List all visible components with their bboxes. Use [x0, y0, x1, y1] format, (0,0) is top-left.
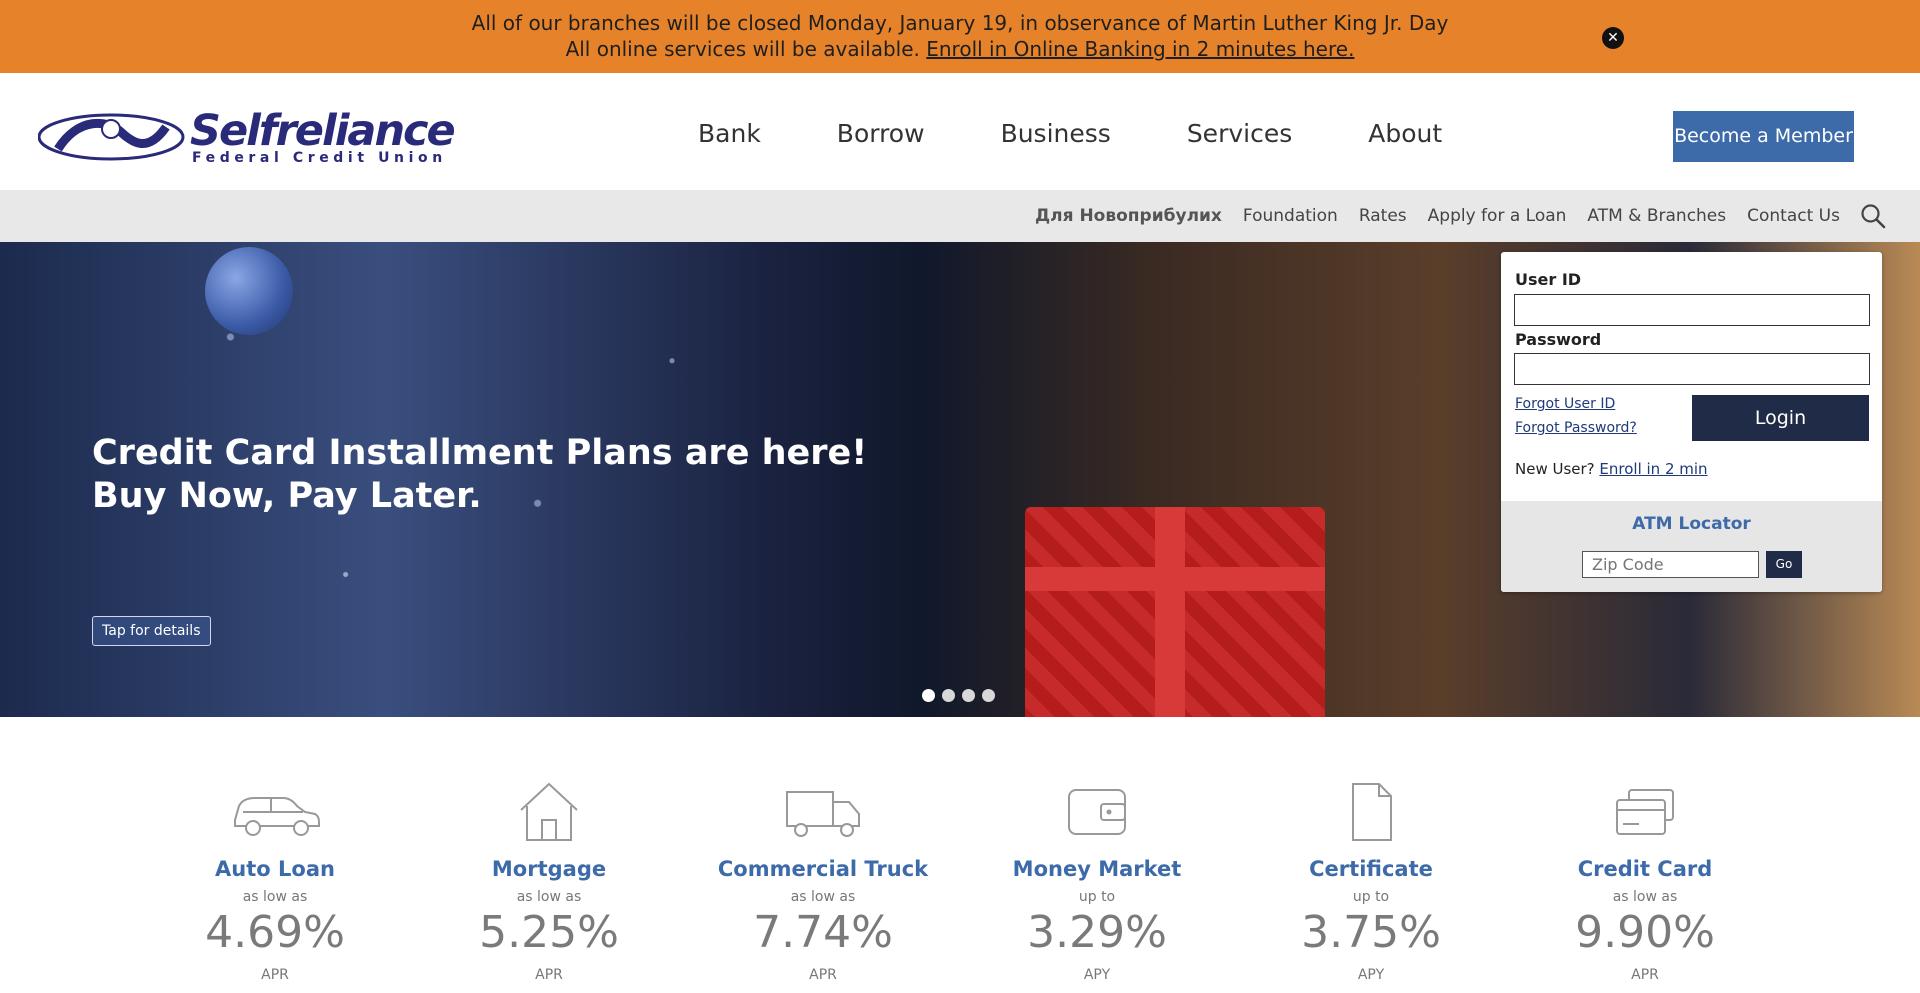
- new-user-label: New User?: [1515, 460, 1600, 478]
- nav-bank[interactable]: Bank: [698, 119, 761, 148]
- utility-links: Для Новоприбулих Foundation Rates Apply …: [1014, 190, 1840, 242]
- carousel-dot-3[interactable]: [962, 689, 975, 702]
- rate-number: 9.90: [1575, 907, 1674, 958]
- become-member-button[interactable]: Become a Member: [1673, 111, 1854, 162]
- rate-qualifier: as low as: [790, 889, 856, 905]
- rates-section: Auto Loan as low as 4.69% APR Mortgage a…: [0, 717, 1920, 993]
- rate-name: Money Market: [1012, 857, 1182, 881]
- alert-line-2-text: All online services will be available.: [565, 37, 927, 61]
- user-id-label: User ID: [1515, 270, 1582, 289]
- subnav-rates[interactable]: Rates: [1359, 206, 1407, 226]
- subnav-foundation[interactable]: Foundation: [1243, 206, 1338, 226]
- site-header: Selfreliance Federal Credit Union Bank B…: [0, 73, 1920, 190]
- wallet-icon: [1068, 789, 1126, 835]
- rate-number: 7.74: [753, 907, 852, 958]
- rate-value: 3.75%: [1246, 907, 1496, 958]
- alert-banner: All of our branches will be closed Monda…: [0, 0, 1920, 73]
- logo-subtitle: Federal Credit Union: [192, 150, 447, 166]
- new-user-row: New User? Enroll in 2 min: [1515, 460, 1708, 478]
- alert-line-2: All online services will be available. E…: [0, 36, 1920, 62]
- close-icon[interactable]: ✕: [1602, 27, 1624, 49]
- rate-unit: APY: [1083, 967, 1111, 983]
- hero-ornament: [205, 247, 293, 335]
- password-input[interactable]: [1514, 353, 1870, 385]
- rate-number: 3.75: [1301, 907, 1400, 958]
- house-icon: [520, 782, 578, 841]
- rate-value: 9.90%: [1520, 907, 1770, 958]
- enroll-online-banking-link[interactable]: Enroll in Online Banking in 2 minutes he…: [926, 37, 1354, 61]
- subnav-apply-loan[interactable]: Apply for a Loan: [1428, 206, 1567, 226]
- rate-unit: APY: [1357, 967, 1385, 983]
- login-button[interactable]: Login: [1692, 395, 1869, 441]
- logo-brand: Selfreliance: [190, 106, 456, 156]
- rate-value: 5.25%: [424, 907, 674, 958]
- hero-headline-line-2: Buy Now, Pay Later.: [92, 476, 482, 516]
- rate-name: Auto Loan: [215, 857, 335, 881]
- forgot-password-link[interactable]: Forgot Password?: [1515, 420, 1637, 436]
- rate-percent: %: [1399, 907, 1441, 958]
- logo-emblem-icon: [38, 113, 185, 161]
- forgot-user-id-link[interactable]: Forgot User ID: [1515, 396, 1615, 412]
- nav-borrow[interactable]: Borrow: [837, 119, 925, 148]
- rate-name: Certificate: [1309, 857, 1433, 881]
- rate-qualifier: up to: [1078, 889, 1116, 905]
- car-icon: [234, 797, 320, 836]
- hero-headline-line-1: Credit Card Installment Plans are here!: [92, 433, 868, 473]
- rate-name: Commercial Truck: [717, 857, 929, 881]
- rate-percent: %: [303, 907, 345, 958]
- zip-code-input[interactable]: [1582, 551, 1759, 578]
- user-id-input[interactable]: [1514, 294, 1870, 326]
- rate-value: 4.69%: [150, 907, 400, 958]
- hero-gift-box: [1025, 507, 1325, 717]
- nav-about[interactable]: About: [1368, 119, 1442, 148]
- password-label: Password: [1515, 330, 1602, 349]
- rate-name: Mortgage: [491, 857, 607, 881]
- rate-number: 4.69: [205, 907, 304, 958]
- document-icon: [1352, 783, 1392, 841]
- gift-ribbon-horizontal: [1025, 567, 1325, 591]
- carousel-dot-4[interactable]: [982, 689, 995, 702]
- rate-number: 5.25: [479, 907, 578, 958]
- rate-unit: APR: [809, 967, 837, 983]
- rate-percent: %: [1673, 907, 1715, 958]
- rate-percent: %: [1125, 907, 1167, 958]
- atm-locator: ATM Locator Go: [1501, 501, 1882, 592]
- rate-value: 3.29%: [972, 907, 1222, 958]
- rate-qualifier: as low as: [242, 889, 308, 905]
- alert-line-1: All of our branches will be closed Monda…: [471, 11, 1449, 35]
- login-panel: User ID Password Forgot User ID Forgot P…: [1501, 252, 1882, 592]
- carousel-dot-2[interactable]: [942, 689, 955, 702]
- nav-services[interactable]: Services: [1187, 119, 1292, 148]
- search-icon[interactable]: [1860, 203, 1886, 229]
- carousel-dots: [922, 689, 1002, 702]
- main-nav: Bank Borrow Business Services About: [660, 119, 1480, 148]
- rate-percent: %: [577, 907, 619, 958]
- rate-unit: APR: [261, 967, 289, 983]
- truck-icon: [786, 791, 860, 837]
- rate-qualifier: up to: [1352, 889, 1390, 905]
- nav-business[interactable]: Business: [1001, 119, 1111, 148]
- atm-locator-title: ATM Locator: [1632, 514, 1751, 534]
- rate-number: 3.29: [1027, 907, 1126, 958]
- rate-unit: APR: [1631, 967, 1659, 983]
- rate-qualifier: as low as: [516, 889, 582, 905]
- hero-headline: Credit Card Installment Plans are here! …: [92, 432, 867, 518]
- subnav-atm-branches[interactable]: ATM & Branches: [1587, 206, 1726, 226]
- tap-for-details-button[interactable]: Tap for details: [92, 616, 211, 646]
- subnav-contact-us[interactable]: Contact Us: [1747, 206, 1840, 226]
- logo[interactable]: Selfreliance Federal Credit Union: [38, 109, 456, 166]
- rate-qualifier: as low as: [1612, 889, 1678, 905]
- gift-ribbon-vertical: [1155, 507, 1185, 717]
- credit-card-icon: [1616, 789, 1674, 835]
- rate-percent: %: [851, 907, 893, 958]
- utility-nav: Для Новоприбулих Foundation Rates Apply …: [0, 190, 1920, 242]
- rate-unit: APR: [535, 967, 563, 983]
- subnav-newcomers[interactable]: Для Новоприбулих: [1035, 206, 1222, 226]
- enroll-link[interactable]: Enroll in 2 min: [1599, 460, 1707, 478]
- rate-name: Credit Card: [1577, 857, 1713, 881]
- atm-go-button[interactable]: Go: [1766, 551, 1802, 578]
- carousel-dot-1[interactable]: [922, 689, 935, 702]
- rate-value: 7.74%: [698, 907, 948, 958]
